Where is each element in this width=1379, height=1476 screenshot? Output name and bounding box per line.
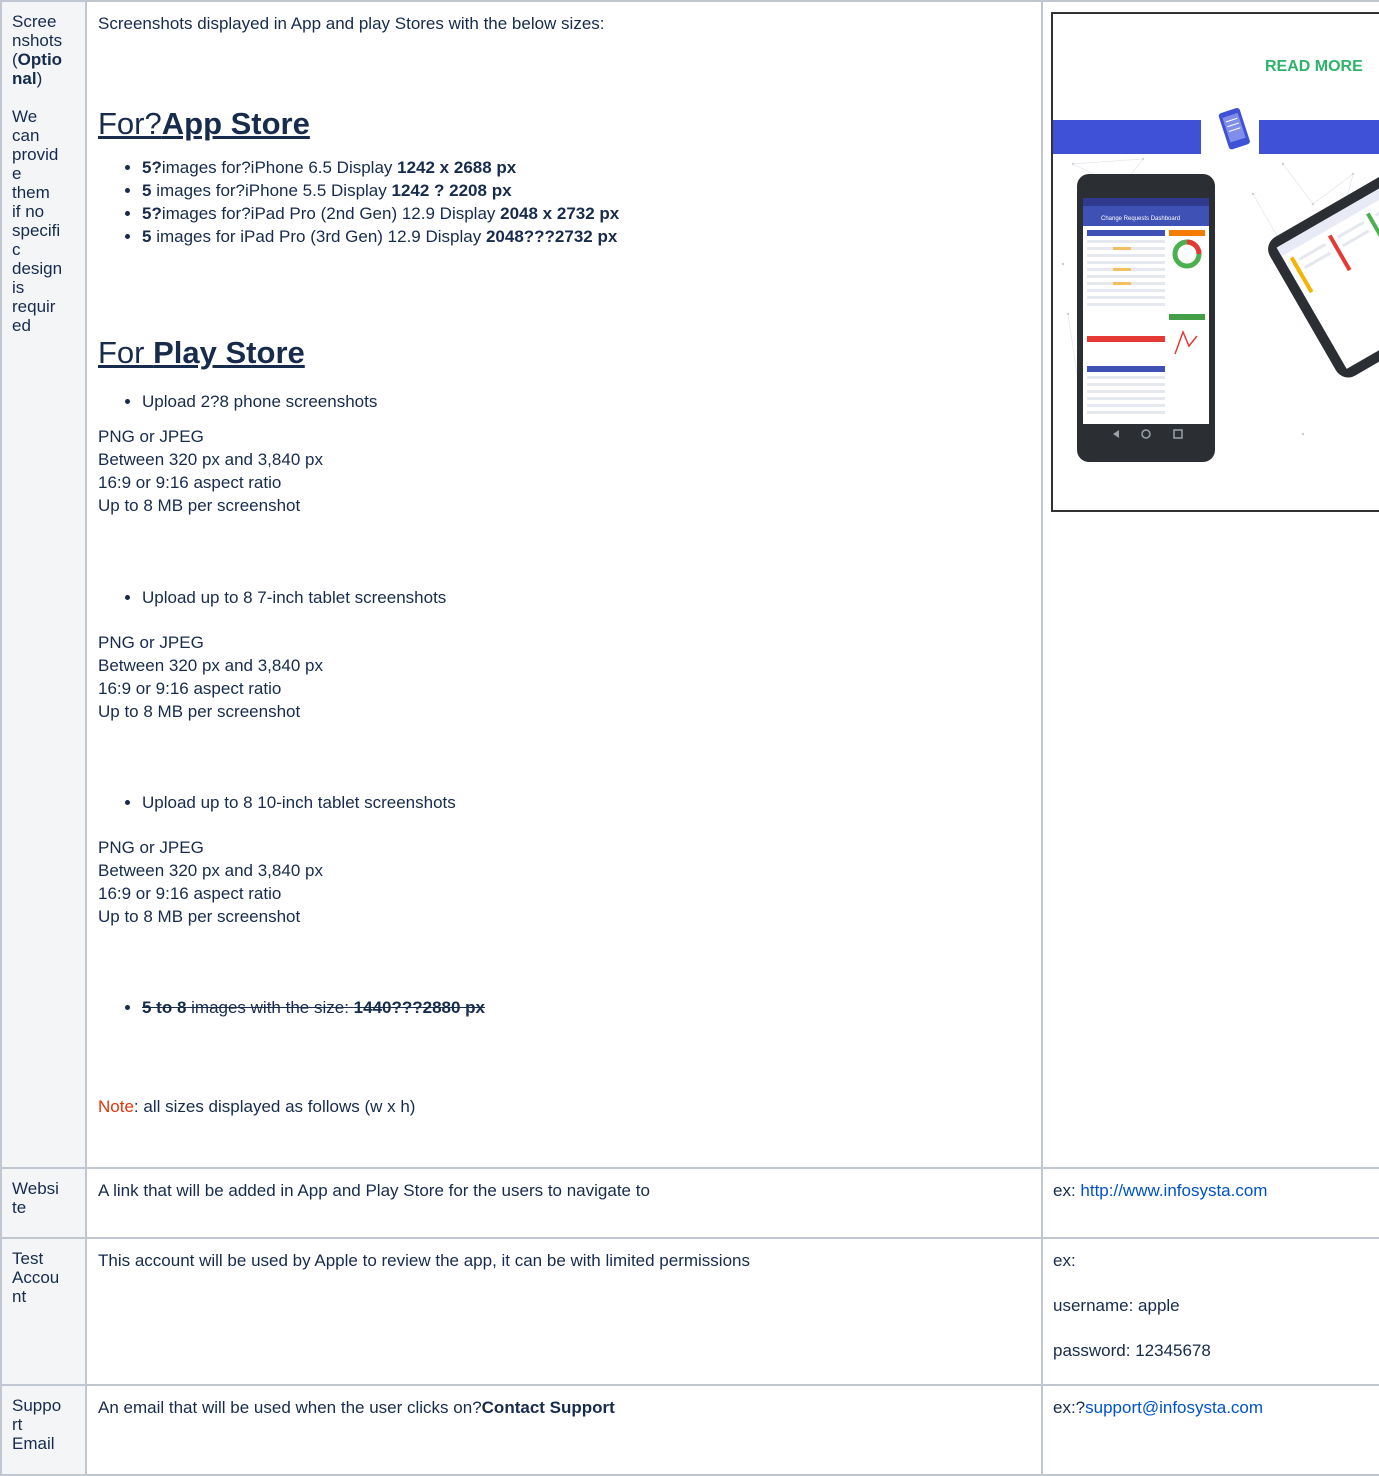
android-phone: Change Requests Dashboard: [1077, 174, 1215, 462]
example-cell: ex: http://www.infosysta.com: [1041, 1167, 1379, 1239]
row-test-account: Test Accou nt This account will be used by…: [0, 1237, 1379, 1386]
list-item: 5?images for?iPad Pro (2nd Gen) 12.9 Dis…: [142, 202, 1031, 225]
screenshots-intro: Screenshots displayed in App and play St…: [98, 14, 605, 33]
phone-screen-title: Change Requests Dashboard: [1101, 216, 1180, 222]
description-cell: An email that will be used when the user…: [85, 1384, 1043, 1476]
play-store-group: Upload up to 8 7-inch tablet screenshots: [98, 586, 1031, 609]
screenshots-note: We can provid e them if no specifi c design is req…: [12, 107, 63, 335]
play-store-heading: For Play Store: [98, 335, 305, 370]
list-item: Upload 2?8 phone screenshots: [142, 390, 1031, 413]
example-cell: ex: username: apple password: 12345678: [1041, 1237, 1379, 1386]
description-cell: This account will be used by Apple to re…: [85, 1237, 1043, 1386]
read-more-caption: READ MORE: [1265, 58, 1363, 75]
username-text: username: apple: [1053, 1296, 1180, 1315]
play-store-group: Upload up to 8 10-inch tablet screenshot…: [98, 791, 1031, 814]
list-item: 5?images for?iPhone 6.5 Display 1242 x 2…: [142, 156, 1031, 179]
list-item: 5 images for?iPhone 5.5 Display 1242 ? 2…: [142, 179, 1031, 202]
screenshots-label: Scree nshots (Optio nal): [12, 12, 63, 88]
description-cell: Screenshots displayed in App and play St…: [85, 0, 1043, 1169]
row-label-cell: Test Accou nt: [0, 1237, 87, 1386]
spec-block: PNG or JPEG Between 320 px and 3,840 px 16…: [98, 838, 323, 926]
list-item: Upload up to 8 7-inch tablet screenshots: [142, 586, 1031, 609]
image-illustration: READ MORE Change Requests Dashboard: [1053, 58, 1379, 462]
sizes-note: Note: all sizes displayed as follows (w …: [98, 1097, 416, 1116]
example-cell: ex:?support@infosysta.com: [1041, 1384, 1379, 1476]
tablet-device: [1268, 139, 1379, 378]
app-store-heading: For?App Store: [98, 106, 310, 141]
struck-group: 5 to 8 images with the size: 1440???2880…: [98, 996, 1031, 1019]
spec-block: PNG or JPEG Between 320 px and 3,840 px 16…: [98, 633, 323, 721]
row-label-cell: Scree nshots (Optio nal) We can provid e them if…: [0, 0, 87, 1169]
support-email-link[interactable]: support@infosysta.com: [1085, 1398, 1263, 1417]
website-link[interactable]: http://www.infosysta.com: [1080, 1181, 1267, 1200]
app-store-list: 5?images for?iPhone 6.5 Display 1242 x 2…: [98, 156, 1031, 248]
spec-block: PNG or JPEG Between 320 px and 3,840 px 16…: [98, 427, 323, 515]
description-cell: A link that will be added in App and Pla…: [85, 1167, 1043, 1239]
list-item: Upload up to 8 10-inch tablet screenshot…: [142, 791, 1031, 814]
password-text: password: 12345678: [1053, 1341, 1211, 1360]
list-item: 5 images for iPad Pro (3rd Gen) 12.9 Dis…: [142, 225, 1031, 248]
row-label-cell: Websi te: [0, 1167, 87, 1239]
row-website: Websi te A link that will be added in App…: [0, 1167, 1379, 1239]
row-support-email: Suppo rt Email An email that will be used …: [0, 1384, 1379, 1476]
play-store-group: Upload 2?8 phone screenshots: [98, 390, 1031, 413]
row-label-cell: Suppo rt Email: [0, 1384, 87, 1476]
app-screenshot-image: READ MORE Change Requests Dashboard: [1051, 12, 1379, 512]
struck-item: 5 to 8 images with the size: 1440???2880…: [142, 996, 1031, 1019]
